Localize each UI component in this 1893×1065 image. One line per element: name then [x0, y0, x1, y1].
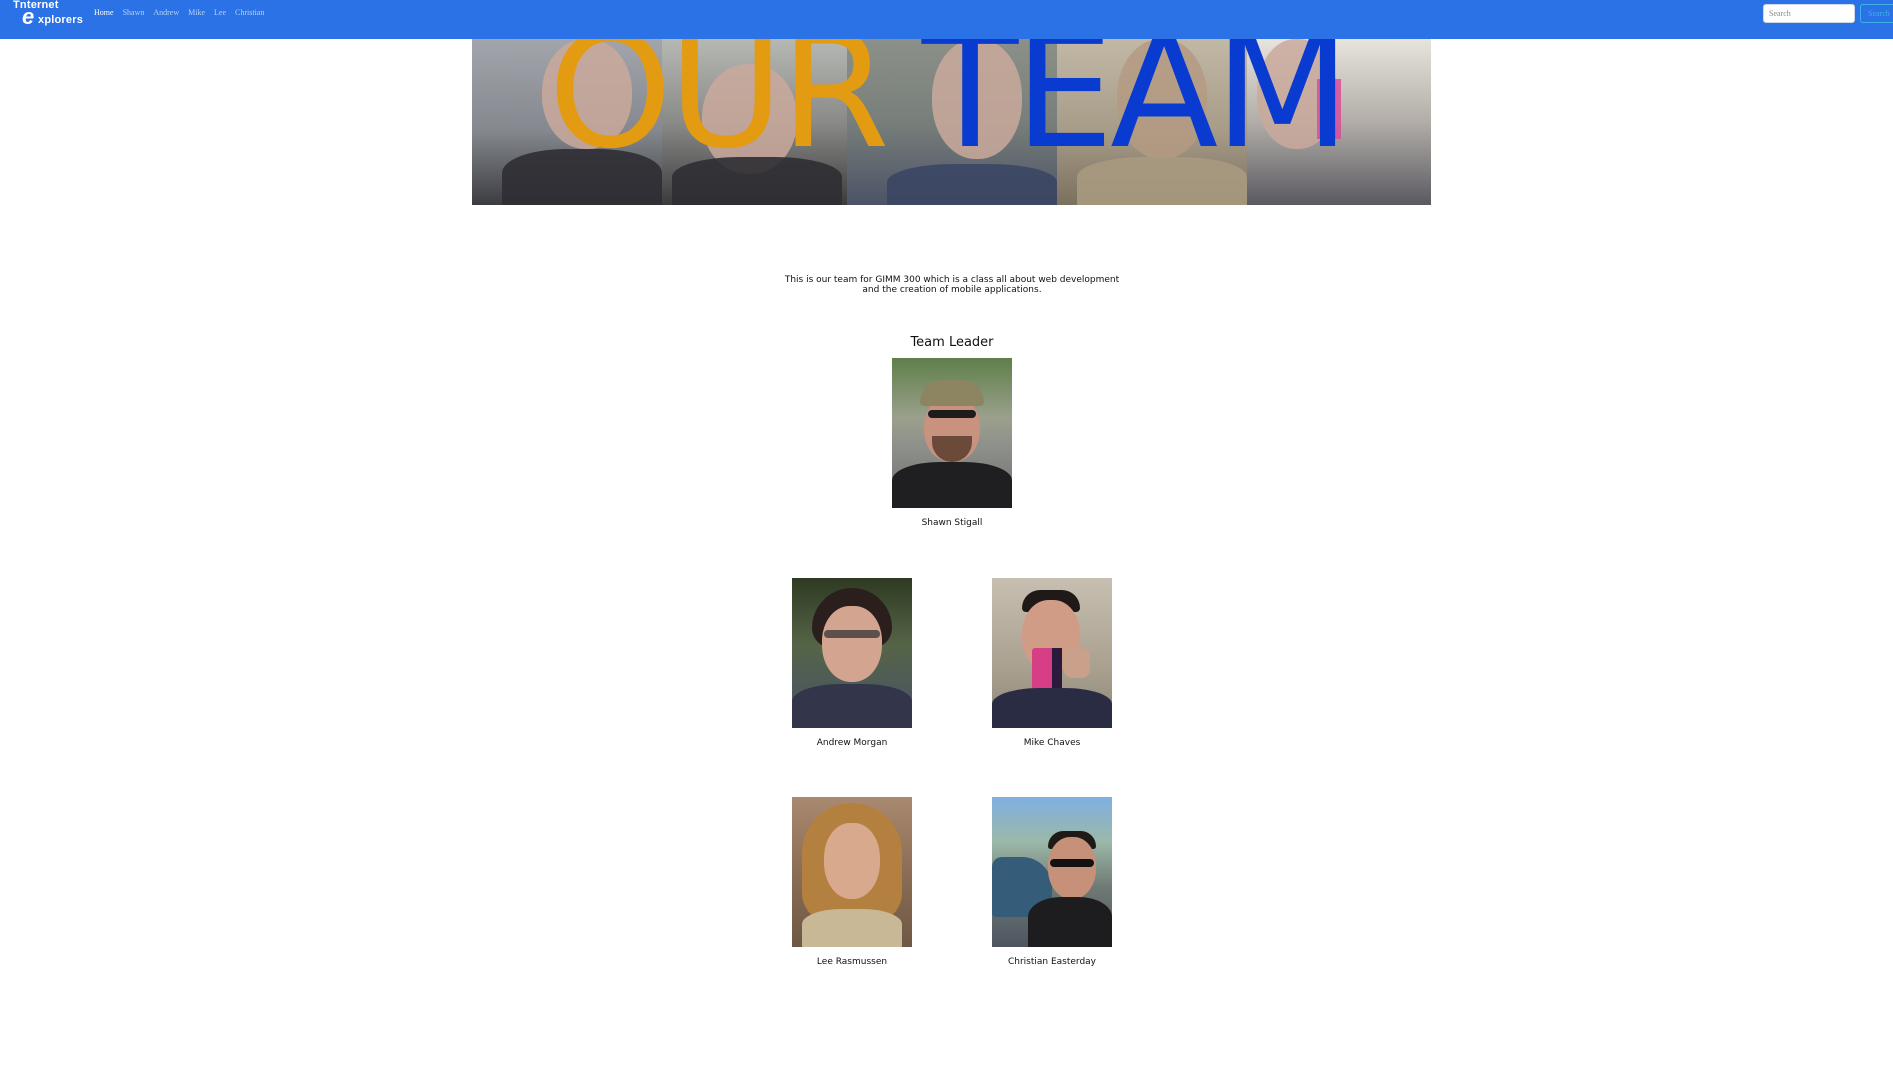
member-photo[interactable]: [792, 797, 912, 947]
banner-word-our: OUR: [548, 39, 890, 184]
nav-links: Home Shawn Andrew Mike Lee Christian: [94, 8, 264, 17]
nav-link-home[interactable]: Home: [94, 8, 114, 17]
banner-title: OUR TEAM: [548, 39, 1431, 175]
search-input[interactable]: [1763, 4, 1855, 23]
member-photo[interactable]: [792, 578, 912, 728]
brand-line-2: xplorers: [38, 14, 84, 26]
nav-link-mike[interactable]: Mike: [188, 8, 205, 17]
team-banner: OUR TEAM: [472, 39, 1431, 205]
team-leader-heading: Team Leader: [910, 335, 994, 350]
member-name: Mike Chaves: [1023, 738, 1081, 748]
navbar: Tnternet e xplorers Home Shawn Andrew Mi…: [0, 0, 1893, 39]
member-photo[interactable]: [892, 358, 1012, 508]
member-photo[interactable]: [992, 797, 1112, 947]
search-button[interactable]: Search: [1860, 4, 1893, 23]
nav-link-andrew[interactable]: Andrew: [153, 8, 179, 17]
brand-logo[interactable]: Tnternet e xplorers: [12, 0, 90, 30]
brand-line-1: Tnternet: [13, 0, 59, 11]
nav-link-christian[interactable]: Christian: [235, 8, 264, 17]
nav-link-shawn[interactable]: Shawn: [123, 8, 145, 17]
nav-link-lee[interactable]: Lee: [214, 8, 226, 17]
member-photo[interactable]: [992, 578, 1112, 728]
member-name: Andrew Morgan: [816, 738, 888, 748]
member-name: Shawn Stigall: [921, 518, 983, 528]
member-name: Lee Rasmussen: [816, 957, 888, 967]
brand-e-letter: e: [22, 4, 35, 29]
member-name: Christian Easterday: [1007, 957, 1097, 967]
banner-word-team: TEAM: [921, 39, 1351, 184]
intro-text: This is our team for GIMM 300 which is a…: [784, 275, 1120, 295]
